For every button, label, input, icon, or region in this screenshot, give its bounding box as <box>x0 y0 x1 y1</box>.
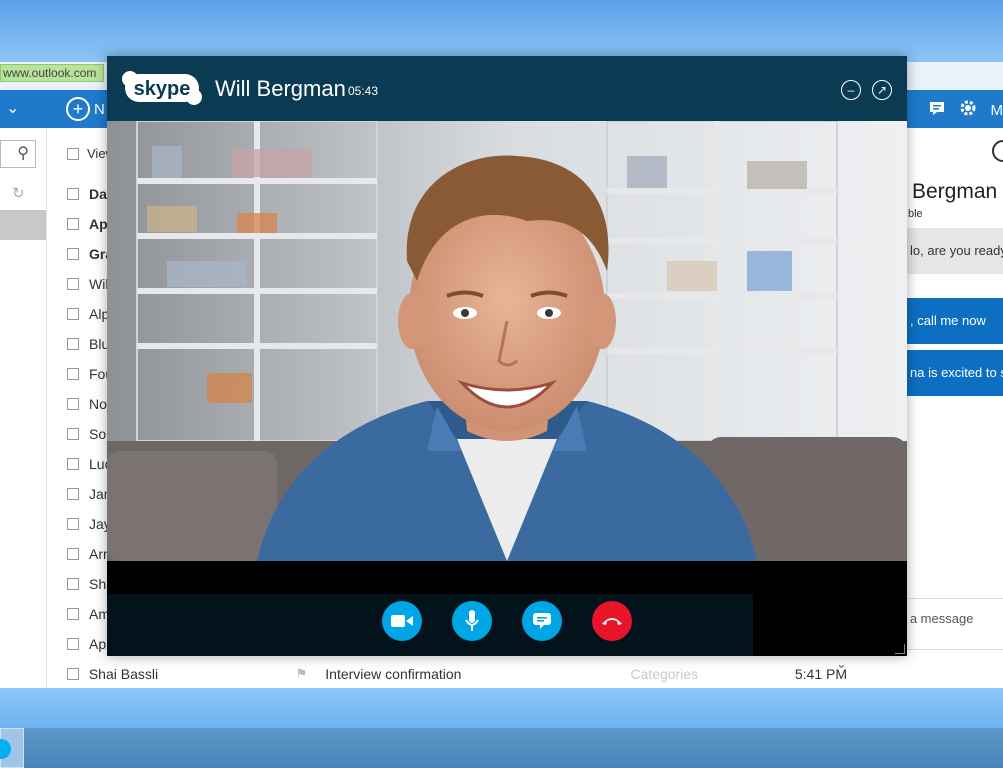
plus-icon: + <box>66 97 90 121</box>
contact-status: ble <box>908 208 923 220</box>
mute-button[interactable] <box>452 601 492 641</box>
row-checkbox[interactable] <box>67 398 79 410</box>
categories-label[interactable]: Categories <box>630 666 778 682</box>
gear-icon[interactable] <box>959 99 977 121</box>
skype-call-window: skype Will Bergman 05:43 – ↗ <box>107 56 907 656</box>
message-bubble: lo, are you ready <box>906 228 1003 274</box>
video-camera-icon <box>391 615 413 627</box>
search-icon: ⚲ <box>17 145 29 162</box>
address-bar[interactable]: www.outlook.com <box>0 64 104 82</box>
account-label[interactable]: M <box>991 102 1003 119</box>
select-all-checkbox[interactable] <box>67 147 79 160</box>
taskbar <box>0 728 1003 768</box>
flag-icon[interactable]: ⚑ <box>296 666 316 682</box>
folder-pane: ⚲ ↻ <box>0 128 46 688</box>
row-checkbox[interactable] <box>67 248 79 260</box>
call-title-bar: skype Will Bergman 05:43 – ↗ <box>107 56 907 121</box>
header-actions: M <box>929 99 1003 121</box>
row-checkbox[interactable] <box>67 608 79 620</box>
svg-text:skype: skype <box>134 78 191 100</box>
row-checkbox[interactable] <box>67 428 79 440</box>
row-checkbox[interactable] <box>67 278 79 290</box>
mail-row[interactable]: Shai Bassli ⚑ Interview confirmation Cat… <box>67 659 847 689</box>
browser-title-area <box>0 0 1003 62</box>
video-button[interactable] <box>382 601 422 641</box>
call-controls-background <box>107 594 753 656</box>
row-checkbox[interactable] <box>67 578 79 590</box>
back-icon[interactable] <box>992 140 1003 162</box>
taskbar-skype-button[interactable] <box>0 728 24 768</box>
message-bubble: , call me now <box>906 298 1003 344</box>
row-checkbox[interactable] <box>67 368 79 380</box>
skype-app-icon <box>0 739 11 759</box>
expand-button[interactable]: ↗ <box>872 80 892 100</box>
contact-name: Bergman <box>912 180 998 203</box>
chat-button[interactable] <box>522 601 562 641</box>
video-feed <box>107 121 907 561</box>
resize-grip[interactable] <box>895 644 905 654</box>
call-timer: 05:43 <box>348 84 379 98</box>
row-checkbox[interactable] <box>67 308 79 320</box>
row-checkbox[interactable] <box>67 488 79 500</box>
messaging-icon[interactable] <box>929 100 945 120</box>
row-checkbox[interactable] <box>67 548 79 560</box>
search-button[interactable]: ⚲ <box>0 140 36 168</box>
selected-folder[interactable] <box>0 210 46 240</box>
skype-logo: skype <box>122 71 202 105</box>
hang-up-icon <box>602 618 622 625</box>
microphone-icon <box>465 610 479 631</box>
new-button[interactable]: + N <box>66 97 105 121</box>
call-controls <box>107 561 907 656</box>
row-checkbox[interactable] <box>67 668 79 680</box>
sender: Shai Bassli <box>88 666 159 682</box>
minimize-button[interactable]: – <box>841 80 861 100</box>
message-bubble: na is excited to s <box>906 350 1003 396</box>
caller-name: Will Bergman <box>215 76 346 101</box>
scroll-down-icon[interactable]: ⌄ <box>836 656 847 672</box>
row-checkbox[interactable] <box>67 188 79 200</box>
chat-bubble-icon <box>533 613 551 629</box>
refresh-icon[interactable]: ↻ <box>12 184 25 202</box>
chevron-down-icon[interactable]: ⌄ <box>6 98 19 118</box>
end-call-button[interactable] <box>592 601 632 641</box>
new-label: N <box>94 100 105 118</box>
row-checkbox[interactable] <box>67 458 79 470</box>
row-checkbox[interactable] <box>67 218 79 230</box>
row-checkbox[interactable] <box>67 338 79 350</box>
row-checkbox[interactable] <box>67 518 79 530</box>
subject: Interview confirmation <box>325 666 462 682</box>
row-checkbox[interactable] <box>67 638 79 650</box>
desktop-background <box>0 688 1003 728</box>
remote-video-image <box>107 121 907 561</box>
